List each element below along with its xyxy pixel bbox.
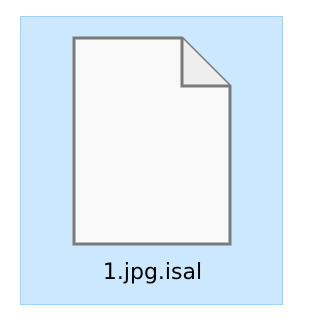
blank-document-icon	[72, 36, 232, 246]
file-item[interactable]: 1.jpg.isal	[20, 16, 283, 305]
file-name-label: 1.jpg.isal	[102, 260, 203, 285]
